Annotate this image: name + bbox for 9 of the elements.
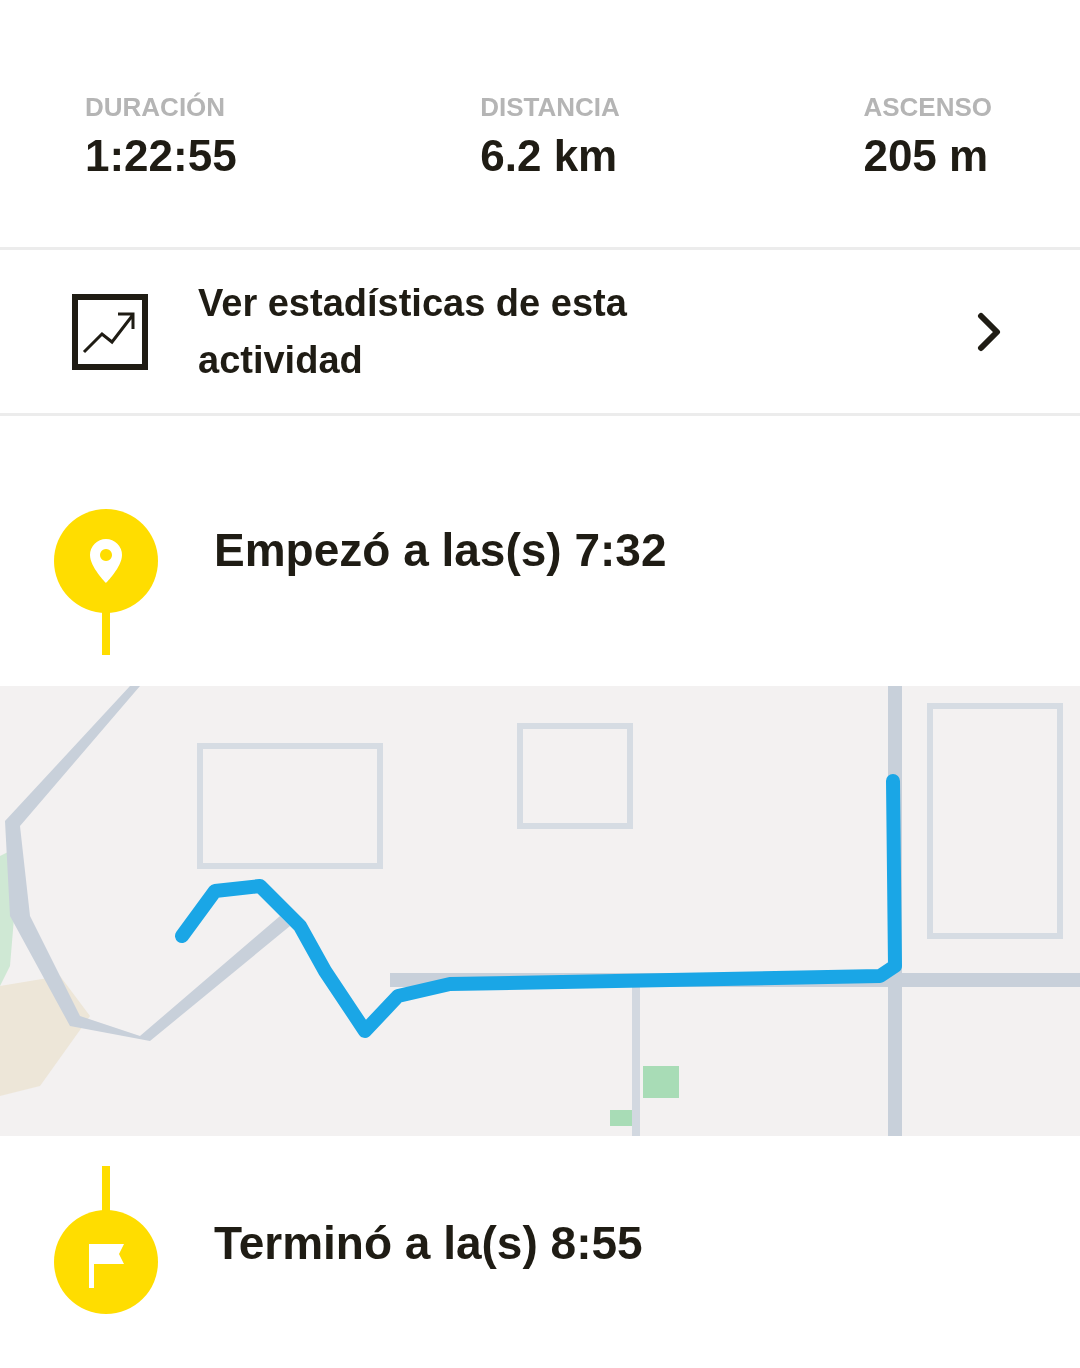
statistics-link[interactable]: Ver estadísticas de esta actividad — [0, 250, 1080, 416]
stat-value: 205 m — [863, 131, 990, 181]
stat-label: DURACIÓN — [85, 92, 227, 123]
stat-value: 1:22:55 — [85, 131, 237, 181]
stat-label: ASCENSO — [863, 92, 992, 123]
end-time: Terminó a la(s) 8:55 — [214, 1216, 643, 1270]
stat-value: 6.2 km — [480, 131, 619, 181]
start-time: Empezó a las(s) 7:32 — [214, 523, 667, 577]
stat-label: DISTANCIA — [480, 92, 620, 123]
